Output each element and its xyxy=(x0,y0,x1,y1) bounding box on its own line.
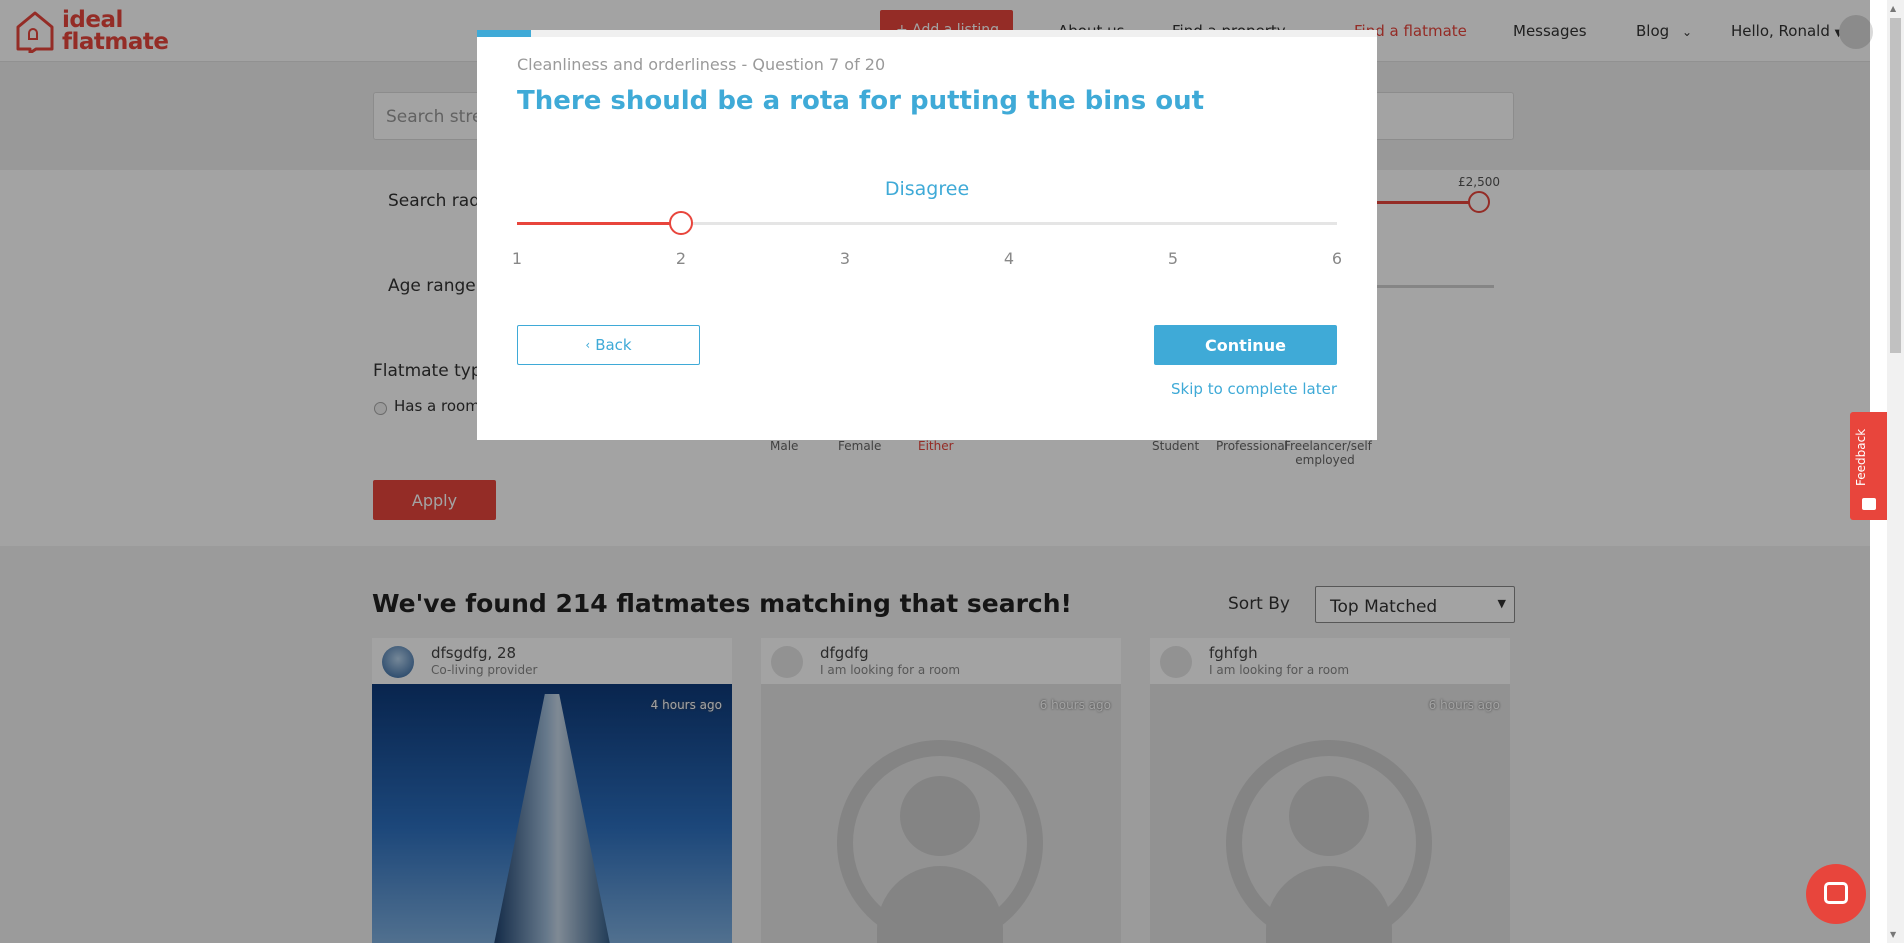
question-meta: Cleanliness and orderliness - Question 7… xyxy=(517,55,886,74)
question-title: There should be a rota for putting the b… xyxy=(517,86,1205,116)
questionnaire-modal: Cleanliness and orderliness - Question 7… xyxy=(477,30,1377,440)
skip-link[interactable]: Skip to complete later xyxy=(1171,380,1337,398)
chevron-left-icon: ‹ xyxy=(585,338,591,352)
answer-slider-handle[interactable] xyxy=(669,211,693,235)
answer-slider-fill xyxy=(517,222,681,225)
scrollbar-thumb[interactable] xyxy=(1890,18,1901,353)
back-button[interactable]: ‹ Back xyxy=(517,325,700,365)
scale-tick[interactable]: 1 xyxy=(507,249,527,268)
continue-button[interactable]: Continue xyxy=(1154,325,1337,365)
feedback-label: Feedback xyxy=(1854,428,1868,486)
chat-launcher[interactable] xyxy=(1806,864,1866,924)
progress-track xyxy=(477,30,1377,37)
back-label: Back xyxy=(595,336,632,354)
chat-icon xyxy=(1824,882,1848,904)
scroll-down-arrow-icon[interactable]: ▼ xyxy=(1890,930,1896,939)
feedback-tab[interactable]: Feedback xyxy=(1850,412,1887,520)
progress-fill xyxy=(477,30,531,37)
feedback-icon xyxy=(1862,498,1876,510)
answer-label: Disagree xyxy=(884,178,970,200)
scale-tick[interactable]: 3 xyxy=(835,249,855,268)
scale-tick[interactable]: 5 xyxy=(1163,249,1183,268)
scale-tick[interactable]: 6 xyxy=(1327,249,1347,268)
scale-tick[interactable]: 2 xyxy=(671,249,691,268)
scroll-up-arrow-icon[interactable]: ▲ xyxy=(1890,4,1896,13)
scale-tick[interactable]: 4 xyxy=(999,249,1019,268)
